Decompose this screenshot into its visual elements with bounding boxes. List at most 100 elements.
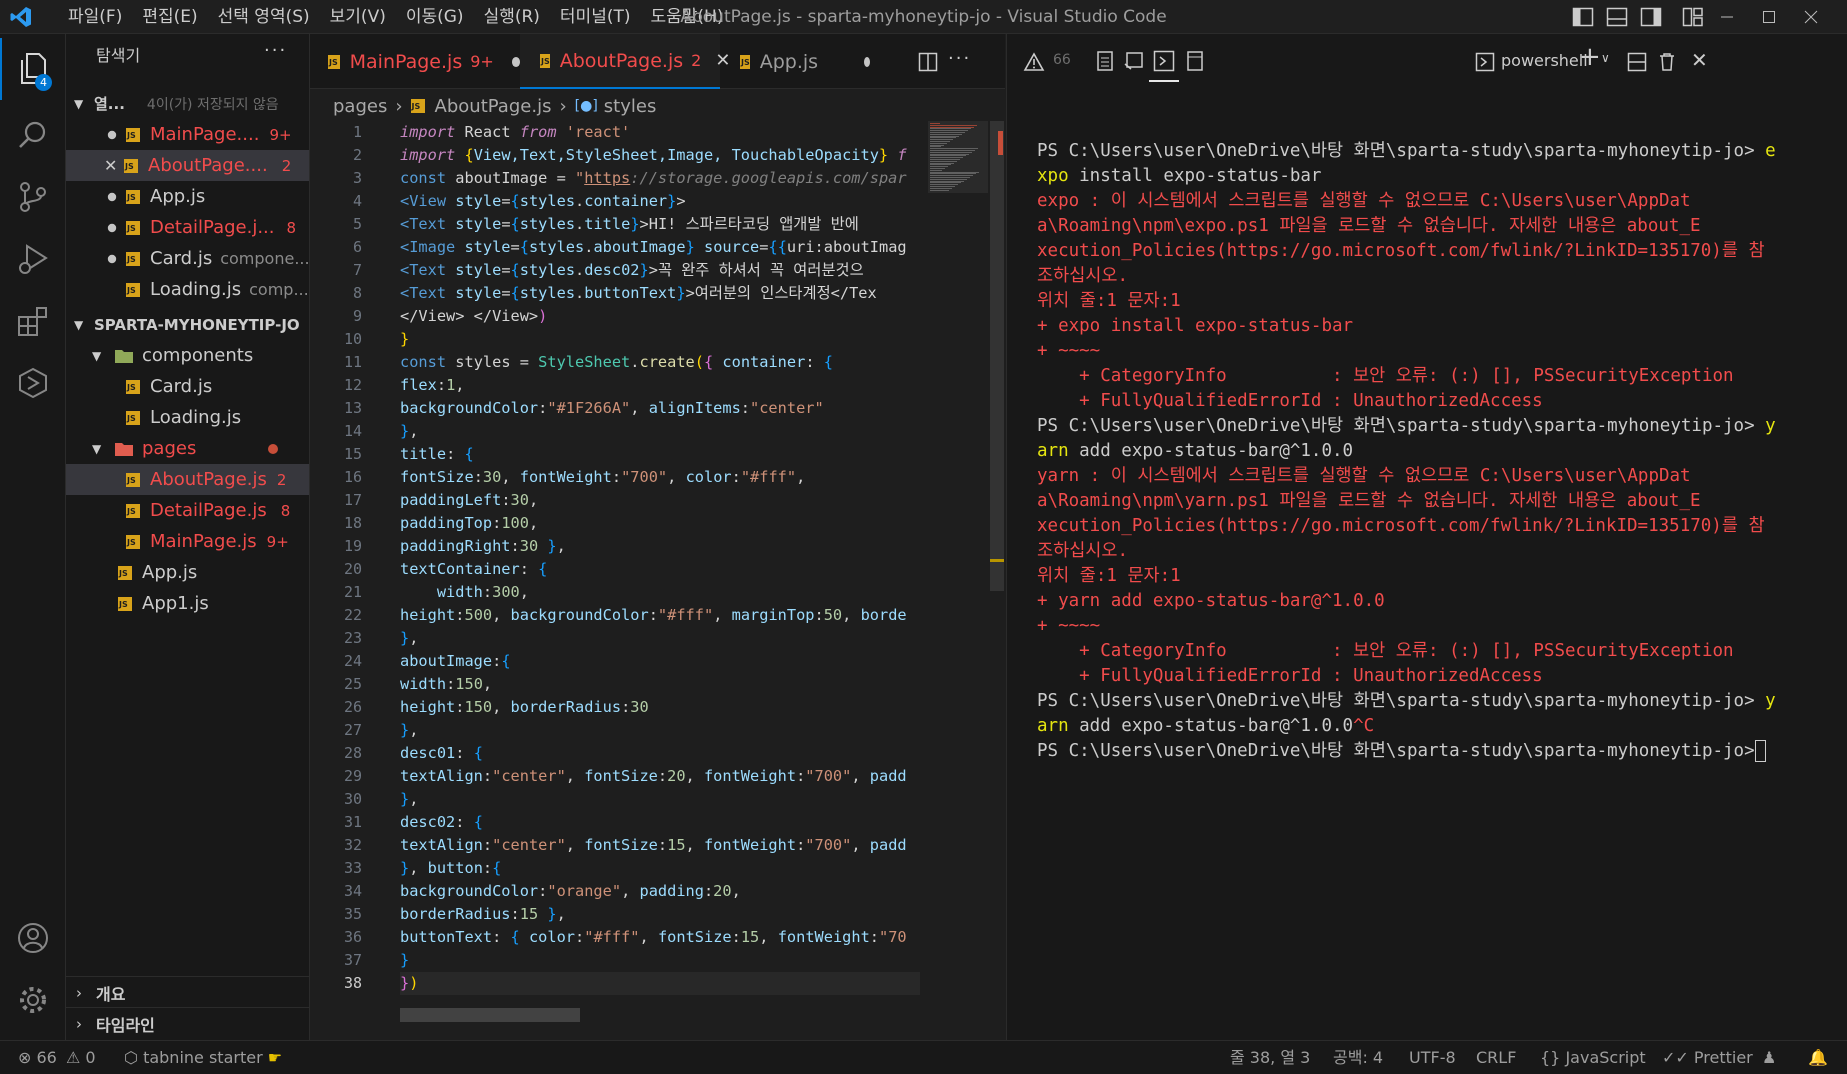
hand-icon: ☛ bbox=[267, 1048, 283, 1067]
close-panel-icon[interactable]: ✕ bbox=[1691, 48, 1708, 72]
terminal-icon[interactable] bbox=[1153, 50, 1175, 72]
file-detailpage[interactable]: JS DetailPage.js 8 bbox=[66, 495, 309, 526]
open-editor-aboutpage[interactable]: ✕ JS AboutPage.... 2 bbox=[66, 150, 309, 181]
modified-dot-icon[interactable] bbox=[511, 56, 520, 67]
output-icon[interactable] bbox=[1095, 50, 1115, 72]
code-line: height:150, borderRadius:30 bbox=[400, 698, 649, 716]
sidebar-more-icon[interactable]: ··· bbox=[264, 40, 287, 61]
toggle-primary-sidebar-icon[interactable] bbox=[1572, 7, 1594, 27]
close-window-icon[interactable] bbox=[1804, 10, 1818, 24]
line-number: 18 bbox=[343, 514, 362, 532]
accounts-activity[interactable] bbox=[0, 907, 66, 969]
chevron-down-icon[interactable]: ∨ bbox=[1601, 51, 1610, 65]
toggle-panel-icon[interactable] bbox=[1606, 7, 1628, 27]
open-editor-app[interactable]: JS App.js bbox=[66, 181, 309, 212]
code-line: import {View,Text,StyleSheet,Image, Touc… bbox=[400, 146, 907, 164]
menu-file[interactable]: 파일(F) bbox=[58, 0, 132, 34]
indentation-status[interactable]: 공백: 4 bbox=[1333, 1041, 1383, 1074]
breadcrumb-folder[interactable]: pages bbox=[333, 96, 387, 117]
tabnine-status[interactable]: ⬡ tabnine starter ☛ bbox=[124, 1041, 282, 1074]
code-line: backgroundColor:"orange", padding:20, bbox=[400, 882, 741, 900]
manage-activity[interactable] bbox=[0, 969, 66, 1031]
project-label: SPARTA-MYHONEYTIP-JO bbox=[94, 315, 300, 334]
minimize-icon[interactable] bbox=[1720, 10, 1734, 24]
braces-icon: {} bbox=[1540, 1048, 1561, 1067]
open-editor-loading[interactable]: JS Loading.js comp... bbox=[66, 274, 309, 305]
line-number: 33 bbox=[343, 859, 362, 877]
open-editor-card[interactable]: JS Card.js compone... bbox=[66, 243, 309, 274]
code-line: fontSize:30, fontWeight:"700", color:"#f… bbox=[400, 468, 806, 486]
menu-terminal[interactable]: 터미널(T) bbox=[550, 0, 641, 34]
menu-go[interactable]: 이동(G) bbox=[396, 0, 474, 34]
run-debug-activity[interactable] bbox=[0, 228, 66, 290]
editor-more-icon[interactable]: ··· bbox=[948, 48, 971, 69]
code-line: import React from 'react' bbox=[400, 123, 631, 141]
menu-selection[interactable]: 선택 영역(S) bbox=[208, 0, 320, 34]
encoding-status[interactable]: UTF-8 bbox=[1409, 1041, 1456, 1074]
split-terminal-icon[interactable] bbox=[1627, 52, 1647, 72]
explorer-activity[interactable]: 4 bbox=[0, 38, 66, 100]
file-app[interactable]: JS App.js bbox=[66, 557, 309, 588]
minimap[interactable] bbox=[928, 121, 988, 1001]
menu-help[interactable]: 도움말(H) bbox=[641, 0, 734, 34]
terminal-shell-label[interactable]: powershell bbox=[1501, 51, 1588, 70]
menu-run[interactable]: 실행(R) bbox=[474, 0, 550, 34]
code-line: }, bbox=[400, 422, 419, 440]
open-editor-detail: comp... bbox=[249, 280, 309, 299]
search-activity[interactable] bbox=[0, 104, 66, 166]
toggle-secondary-sidebar-icon[interactable] bbox=[1640, 7, 1662, 27]
ports-icon[interactable] bbox=[1185, 50, 1205, 72]
file-card[interactable]: JS Card.js bbox=[66, 371, 309, 402]
outline-section[interactable]: › 개요 bbox=[66, 976, 309, 1008]
timeline-section[interactable]: › 타임라인 bbox=[66, 1007, 309, 1039]
tab-mainpage[interactable]: JS MainPage.js 9+ bbox=[310, 34, 520, 89]
customize-layout-icon[interactable] bbox=[1682, 7, 1704, 27]
remote-explorer-activity[interactable] bbox=[0, 352, 66, 414]
tab-aboutpage[interactable]: JS AboutPage.js 2 ✕ bbox=[520, 34, 730, 89]
tab-app[interactable]: JS App.js bbox=[720, 34, 870, 89]
extensions-activity[interactable] bbox=[0, 290, 66, 352]
js-file-icon: JS bbox=[126, 189, 140, 204]
file-loading[interactable]: JS Loading.js bbox=[66, 402, 309, 433]
terminal-line: PS C:\Users\user\OneDrive\바탕 화면\sparta-s… bbox=[1037, 691, 1776, 711]
maximize-icon[interactable] bbox=[1762, 10, 1776, 24]
language-status[interactable]: {} JavaScript bbox=[1540, 1041, 1646, 1074]
file-app1[interactable]: JS App1.js bbox=[66, 588, 309, 619]
js-file-icon: JS bbox=[740, 54, 750, 69]
line-number: 37 bbox=[343, 951, 362, 969]
file-aboutpage[interactable]: JS AboutPage.js 2 bbox=[66, 464, 309, 495]
open-editor-mainpage[interactable]: JS MainPage.... 9+ bbox=[66, 119, 309, 150]
chevron-down-icon: ▼ bbox=[92, 348, 102, 363]
problems-status[interactable]: ⊗ 66 ⚠ 0 bbox=[18, 1041, 96, 1074]
folder-components[interactable]: ▼ components bbox=[66, 340, 309, 371]
file-mainpage[interactable]: JS MainPage.js 9+ bbox=[66, 526, 309, 557]
folder-pages[interactable]: ▼ pages bbox=[66, 433, 309, 464]
close-icon[interactable]: ✕ bbox=[104, 156, 124, 175]
prettier-status[interactable]: ✓✓ Prettier bbox=[1662, 1041, 1753, 1074]
modified-dot-icon[interactable] bbox=[864, 56, 870, 67]
menu-edit[interactable]: 편집(E) bbox=[132, 0, 207, 34]
debug-console-icon[interactable] bbox=[1123, 50, 1145, 72]
cursor-position[interactable]: 줄 38, 열 3 bbox=[1230, 1041, 1310, 1074]
trash-icon[interactable] bbox=[1657, 52, 1677, 72]
accounts-status-icon[interactable]: ♟ bbox=[1762, 1041, 1776, 1074]
breadcrumb-file[interactable]: AboutPage.js bbox=[435, 96, 552, 117]
open-editor-detailpage[interactable]: JS DetailPage.j... 8 bbox=[66, 212, 309, 243]
breadcrumb-symbol[interactable]: styles bbox=[604, 96, 657, 117]
open-editors-header[interactable]: ▼ 열... 4이(가) 저장되지 않음 bbox=[66, 88, 309, 119]
notifications-bell-icon[interactable]: 🔔 bbox=[1808, 1041, 1828, 1074]
code-line: backgroundColor:"#1F266A", alignItems:"c… bbox=[400, 399, 824, 417]
activity-bar: 4 bbox=[0, 34, 66, 1040]
split-editor-icon[interactable] bbox=[918, 52, 938, 72]
project-folder-header[interactable]: ▼ SPARTA-MYHONEYTIP-JO bbox=[66, 309, 309, 340]
menu-view[interactable]: 보기(V) bbox=[320, 0, 396, 34]
eol-status[interactable]: CRLF bbox=[1476, 1041, 1516, 1074]
editor-vertical-scrollbar[interactable] bbox=[990, 121, 1004, 591]
editor-horizontal-scrollbar[interactable] bbox=[400, 1008, 580, 1022]
plus-icon[interactable]: + bbox=[1579, 42, 1601, 72]
warning-icon: ⚠ bbox=[65, 1048, 81, 1067]
terminal-panel[interactable]: PS C:\Users\user\OneDrive\바탕 화면\sparta-s… bbox=[1006, 89, 1847, 1040]
problems-warning-icon[interactable] bbox=[1023, 52, 1045, 72]
source-control-activity[interactable] bbox=[0, 166, 66, 228]
code-editor[interactable]: import React from 'react' import {View,Te… bbox=[400, 121, 920, 1001]
